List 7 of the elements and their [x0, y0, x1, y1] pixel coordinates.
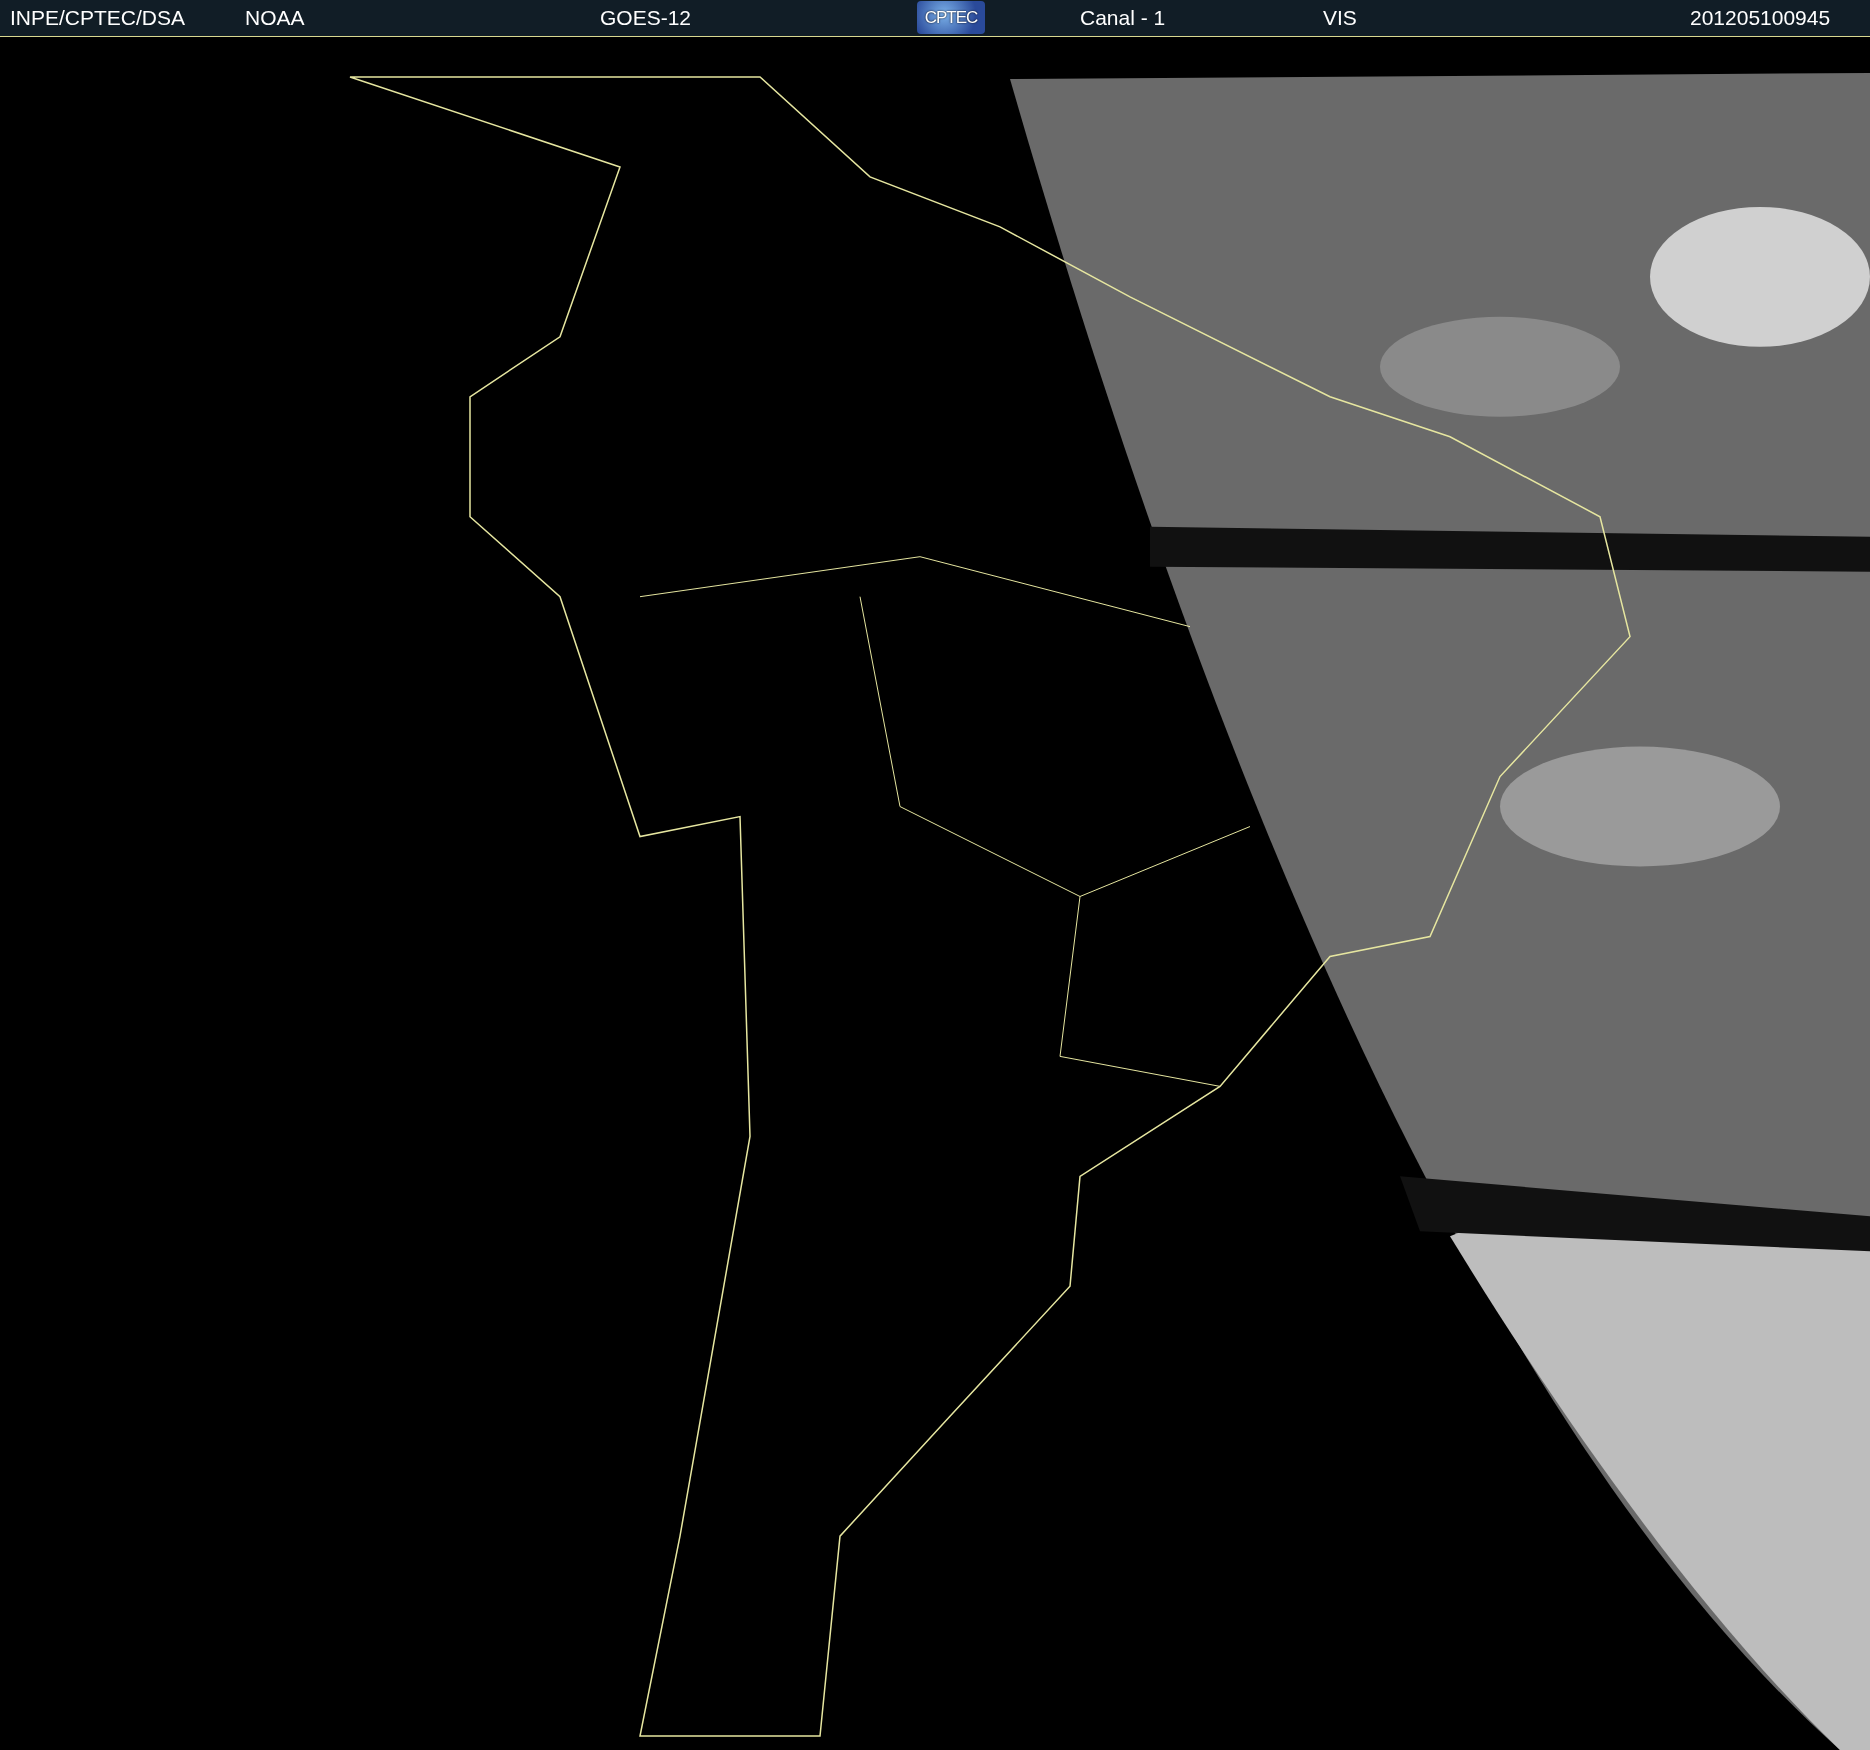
timestamp-label: 201205100945 [1690, 6, 1831, 30]
band-label: VIS [1323, 6, 1357, 30]
channel-label: Canal - 1 [1080, 6, 1166, 30]
source-label: INPE/CPTEC/DSA [10, 6, 186, 30]
satellite-label: GOES-12 [600, 6, 692, 30]
agency-label: NOAA [245, 6, 305, 30]
logo: CPTEC [917, 1, 985, 34]
